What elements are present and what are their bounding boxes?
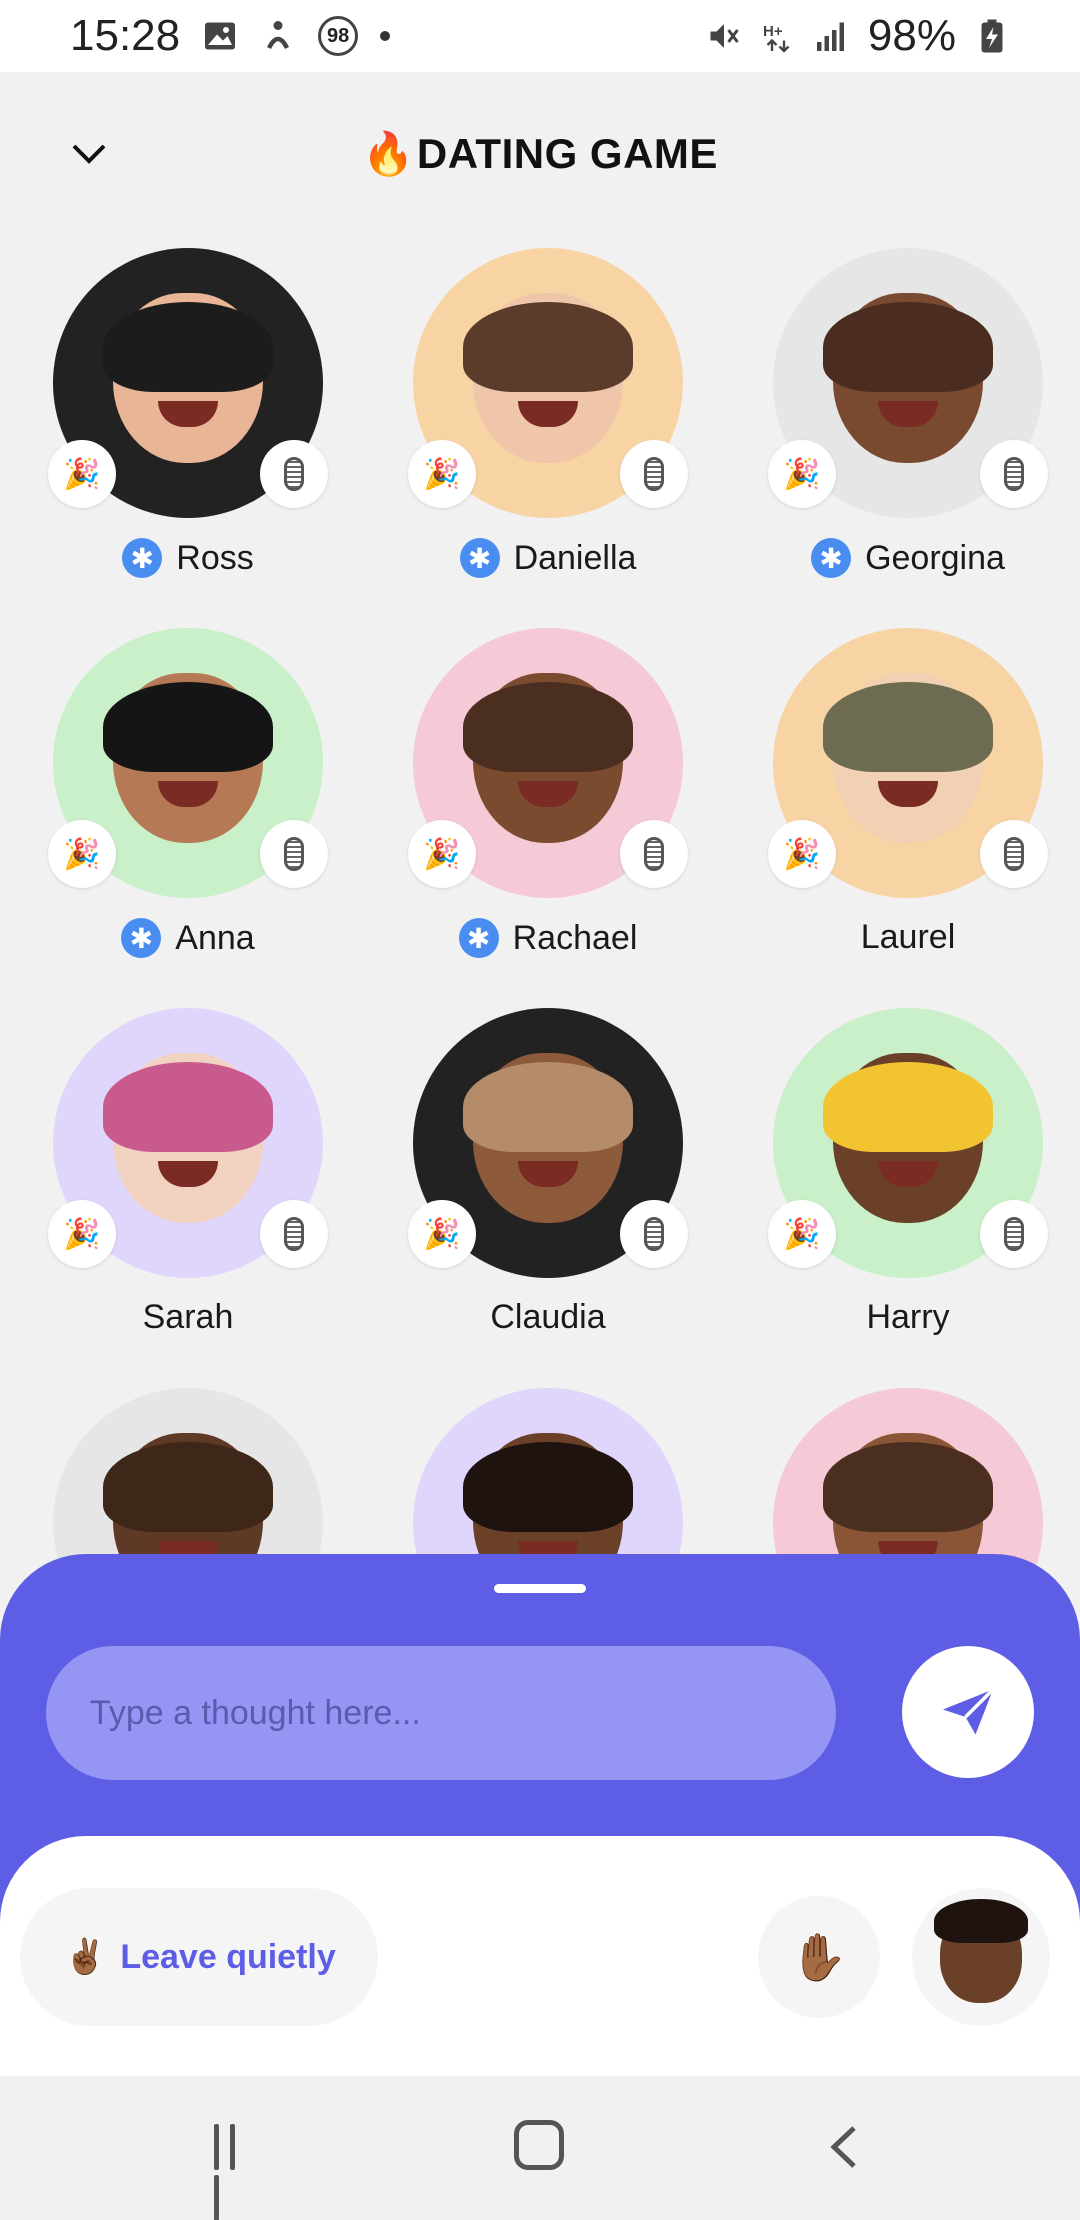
participant-tile[interactable]: 🎉 ✱ Georgina bbox=[758, 248, 1058, 608]
microphone-icon bbox=[260, 820, 328, 888]
svg-text:H+: H+ bbox=[763, 23, 783, 40]
verified-icon: ✱ bbox=[811, 538, 852, 578]
participant-tile[interactable]: 🎉 ✱ Rachael bbox=[398, 628, 698, 988]
participant-tile[interactable]: 🎉 Harry bbox=[758, 1008, 1058, 1368]
participant-name: Sarah bbox=[142, 1298, 234, 1336]
microphone-icon bbox=[980, 440, 1048, 508]
room-title-text: DATING GAME bbox=[416, 130, 718, 177]
back-icon[interactable] bbox=[826, 2124, 862, 2170]
microphone-icon bbox=[260, 440, 328, 508]
participant-name-row: Sarah bbox=[38, 1298, 338, 1337]
battery-charging-icon bbox=[981, 19, 1003, 53]
participant-tile[interactable]: 🎉 ✱ Anna bbox=[38, 628, 338, 988]
verified-icon: ✱ bbox=[121, 918, 162, 958]
network-type-icon: H+ bbox=[763, 23, 790, 53]
participant-name-row: ✱ Daniella bbox=[398, 538, 698, 578]
room-header: 🔥DATING GAME bbox=[0, 110, 1080, 200]
my-avatar-button[interactable] bbox=[912, 1888, 1050, 2026]
microphone-icon bbox=[620, 440, 688, 508]
participant-name: Georgina bbox=[865, 538, 1005, 577]
status-bar: 15:28 98 H+ 98% bbox=[0, 0, 1080, 72]
verified-icon: ✱ bbox=[122, 538, 163, 578]
confetti-icon: 🎉 bbox=[408, 820, 476, 888]
participant-tile[interactable]: 🎉 ✱ Ross bbox=[38, 248, 338, 608]
battery-percent: 98% bbox=[867, 11, 956, 60]
send-button[interactable] bbox=[902, 1646, 1034, 1778]
microphone-icon bbox=[620, 820, 688, 888]
participant-name: Claudia bbox=[490, 1298, 606, 1336]
participant-name: Daniella bbox=[513, 538, 637, 577]
confetti-icon: 🎉 bbox=[768, 440, 836, 508]
confetti-icon: 🎉 bbox=[768, 820, 836, 888]
participant-name-row: ✱ Rachael bbox=[398, 918, 698, 958]
confetti-icon: 🎉 bbox=[408, 1200, 476, 1268]
verified-icon: ✱ bbox=[459, 538, 500, 578]
participant-name-row: Laurel bbox=[758, 918, 1058, 957]
sheet-grabber[interactable] bbox=[494, 1584, 586, 1593]
peace-hand-icon: ✌🏾 bbox=[64, 1938, 107, 1976]
signal-icon bbox=[816, 22, 844, 51]
verified-icon: ✱ bbox=[458, 918, 499, 958]
participant-name-row: ✱ Georgina bbox=[758, 538, 1058, 578]
my-avatar bbox=[934, 1899, 1028, 2003]
accessibility-icon bbox=[267, 21, 290, 50]
paper-plane-icon bbox=[943, 1688, 995, 1735]
participant-name-row: ✱ Ross bbox=[38, 538, 338, 578]
participant-tile[interactable]: 🎉 Claudia bbox=[398, 1008, 698, 1368]
participant-tile[interactable]: 🎉 Laurel bbox=[758, 628, 1058, 988]
leave-quietly-label: Leave quietly bbox=[120, 1937, 336, 1976]
more-notifications-dot bbox=[380, 31, 391, 41]
microphone-icon bbox=[620, 1200, 688, 1268]
confetti-icon: 🎉 bbox=[768, 1200, 836, 1268]
participant-name-row: Claudia bbox=[398, 1298, 698, 1337]
gallery-icon bbox=[205, 22, 236, 50]
participant-name: Ross bbox=[176, 538, 254, 577]
confetti-icon: 🎉 bbox=[48, 1200, 116, 1268]
actions-bar: ✌🏾 Leave quietly ✋🏾 bbox=[0, 1836, 1080, 2076]
notification-count-badge: 98 bbox=[318, 16, 359, 56]
microphone-icon bbox=[980, 820, 1048, 888]
participant-tile[interactable]: 🎉 ✱ Daniella bbox=[398, 248, 698, 608]
room-title: 🔥DATING GAME bbox=[0, 130, 1080, 179]
home-button[interactable] bbox=[514, 2120, 564, 2170]
participant-name: Harry bbox=[866, 1298, 950, 1336]
participant-name: Anna bbox=[175, 918, 255, 957]
thought-input[interactable] bbox=[46, 1646, 836, 1780]
participant-tile[interactable]: 🎉 Sarah bbox=[38, 1008, 338, 1368]
mute-icon bbox=[710, 24, 739, 48]
participant-name: Laurel bbox=[860, 918, 956, 956]
leave-quietly-button[interactable]: ✌🏾 Leave quietly bbox=[20, 1888, 378, 2026]
microphone-icon bbox=[260, 1200, 328, 1268]
confetti-icon: 🎉 bbox=[48, 440, 116, 508]
raised-hand-icon: ✋🏾 bbox=[790, 1930, 848, 1983]
confetti-icon: 🎉 bbox=[48, 820, 116, 888]
microphone-icon bbox=[980, 1200, 1048, 1268]
system-nav-bar bbox=[0, 2076, 1080, 2220]
recents-button[interactable] bbox=[214, 2124, 260, 2220]
confetti-icon: 🎉 bbox=[408, 440, 476, 508]
fire-icon: 🔥 bbox=[362, 130, 415, 177]
participant-name-row: Harry bbox=[758, 1298, 1058, 1337]
participant-name: Rachael bbox=[512, 918, 638, 957]
participant-name-row: ✱ Anna bbox=[38, 918, 338, 958]
status-time: 15:28 bbox=[70, 11, 181, 60]
raise-hand-button[interactable]: ✋🏾 bbox=[758, 1896, 880, 2018]
